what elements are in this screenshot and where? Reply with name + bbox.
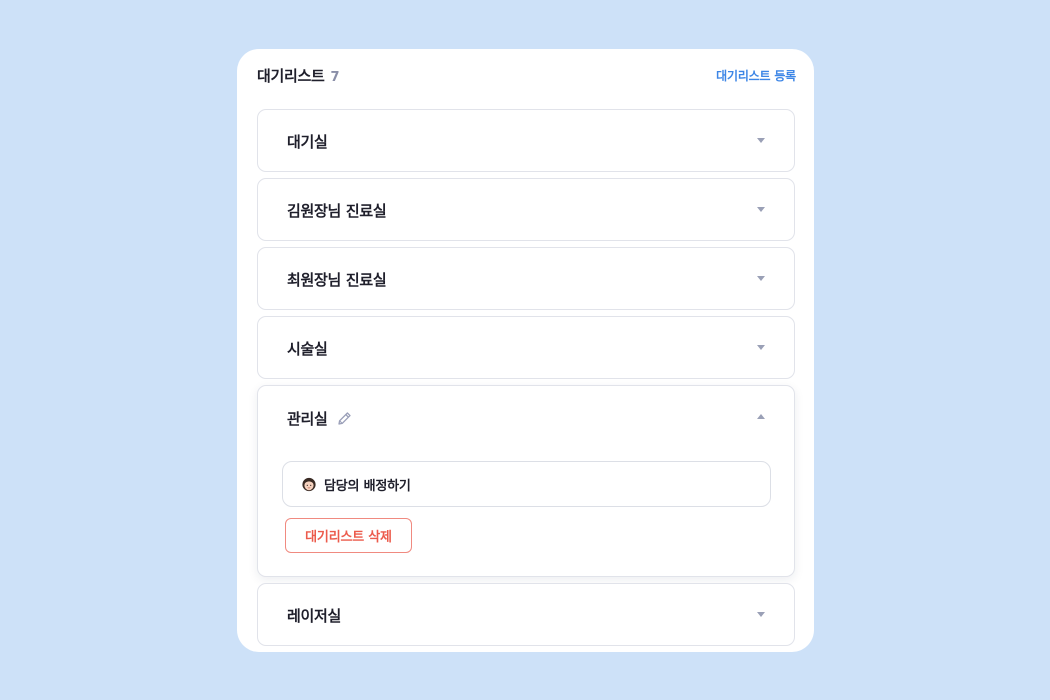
panel-header: 대기리스트 7 대기리스트 등록: [257, 65, 796, 85]
room-name: 최원장님 진료실: [287, 270, 387, 289]
waitlist-count-badge: 7: [330, 69, 340, 85]
room-header[interactable]: 대기실: [258, 110, 794, 172]
delete-waitlist-button[interactable]: 대기리스트 삭제: [285, 518, 412, 553]
pencil-icon[interactable]: [336, 410, 353, 427]
room-header[interactable]: 시술실: [258, 317, 794, 379]
room-item-dr-kim[interactable]: 김원장님 진료실: [257, 178, 795, 241]
assign-doctor-label: 담당의 배정하기: [324, 478, 411, 494]
chevron-up-icon[interactable]: [757, 414, 765, 419]
chevron-down-icon[interactable]: [757, 207, 765, 212]
room-item-care-expanded[interactable]: 관리실 담당의 배정하기 대기리스트 삭제: [257, 385, 795, 577]
register-waitlist-link[interactable]: 대기리스트 등록: [716, 67, 796, 84]
room-item-waiting[interactable]: 대기실: [257, 109, 795, 172]
chevron-down-icon[interactable]: [757, 276, 765, 281]
title-wrap: 대기리스트 7: [257, 65, 340, 86]
room-name: 대기실: [287, 132, 328, 151]
chevron-down-icon[interactable]: [757, 612, 765, 617]
room-header[interactable]: 관리실: [258, 386, 794, 450]
room-item-dr-choi[interactable]: 최원장님 진료실: [257, 247, 795, 310]
room-header[interactable]: 최원장님 진료실: [258, 248, 794, 310]
assign-doctor-button[interactable]: 담당의 배정하기: [282, 461, 771, 507]
chevron-down-icon[interactable]: [757, 345, 765, 350]
doctor-avatar-icon: [301, 476, 317, 492]
room-header[interactable]: 레이저실: [258, 584, 794, 646]
waitlist-panel: 대기리스트 7 대기리스트 등록 대기실 김원장님 진료실 최원장님 진료실 시…: [237, 49, 814, 652]
chevron-down-icon[interactable]: [757, 138, 765, 143]
room-header[interactable]: 김원장님 진료실: [258, 179, 794, 241]
room-item-procedure[interactable]: 시술실: [257, 316, 795, 379]
room-name: 관리실: [287, 409, 328, 428]
room-name: 레이저실: [287, 606, 342, 625]
page-title: 대기리스트: [257, 66, 325, 85]
room-name: 시술실: [287, 339, 328, 358]
room-item-laser[interactable]: 레이저실: [257, 583, 795, 646]
room-name: 김원장님 진료실: [287, 201, 387, 220]
